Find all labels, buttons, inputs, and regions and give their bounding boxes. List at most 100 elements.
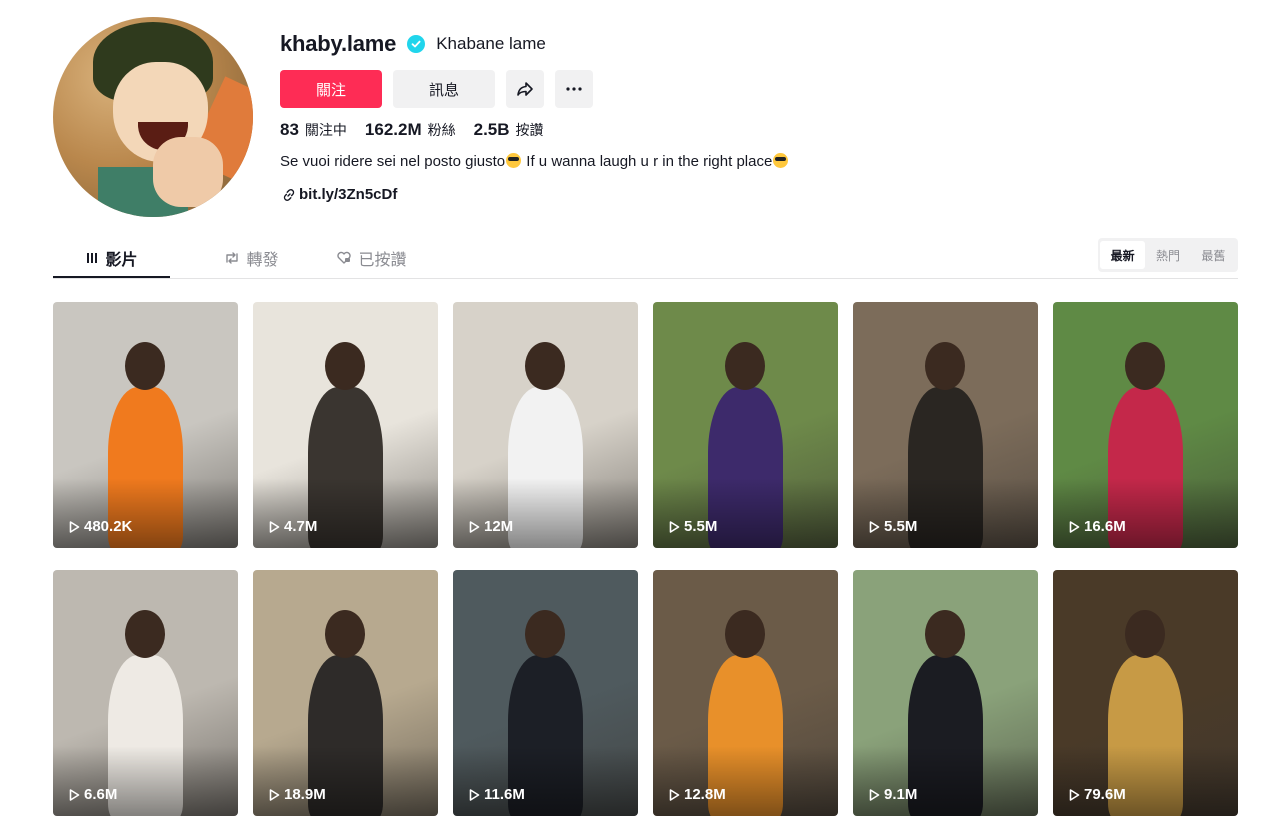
video-thumbnail-shade bbox=[653, 746, 838, 816]
video-view-count: 5.5M bbox=[669, 518, 717, 535]
video-view-count-text: 5.5M bbox=[884, 518, 918, 535]
video-thumbnail-head bbox=[525, 342, 565, 390]
video-thumbnail-head bbox=[725, 342, 765, 390]
play-icon bbox=[269, 520, 280, 533]
sunglasses-emoji-icon bbox=[773, 153, 789, 168]
video-thumbnail-shade bbox=[453, 746, 638, 816]
video-view-count-text: 12.8M bbox=[684, 786, 726, 803]
follow-button[interactable]: 關注 bbox=[280, 70, 382, 108]
sort-oldest[interactable]: 最舊 bbox=[1191, 241, 1236, 269]
avatar-hand bbox=[153, 137, 223, 207]
sort-popular[interactable]: 熱門 bbox=[1145, 241, 1190, 269]
sort-toggle: 最新 熱門 最舊 bbox=[1098, 238, 1238, 272]
video-thumbnail-head bbox=[325, 610, 365, 658]
video-thumbnail-head bbox=[125, 610, 165, 658]
video-card[interactable]: 6.6M bbox=[53, 570, 238, 816]
message-button[interactable]: 訊息 bbox=[393, 70, 495, 108]
play-icon bbox=[1069, 520, 1080, 533]
play-icon bbox=[669, 520, 680, 533]
video-view-count: 4.7M bbox=[269, 518, 317, 535]
video-thumbnail-head bbox=[925, 610, 965, 658]
video-thumbnail-head bbox=[125, 342, 165, 390]
tab-reposts[interactable]: 轉發 bbox=[193, 238, 310, 278]
profile-tabs: 影片 轉發 已按讚 最新 熱門 最舊 bbox=[53, 238, 1238, 279]
video-thumbnail-shade bbox=[653, 478, 838, 548]
video-view-count: 12M bbox=[469, 518, 513, 535]
video-thumbnail-head bbox=[725, 610, 765, 658]
followers-label: 粉絲 bbox=[427, 122, 456, 138]
video-thumbnail-shade bbox=[1053, 746, 1238, 816]
video-thumbnail-head bbox=[1125, 610, 1165, 658]
video-view-count: 5.5M bbox=[869, 518, 917, 535]
following-count[interactable]: 83 bbox=[280, 120, 299, 140]
video-view-count: 12.8M bbox=[669, 786, 726, 803]
profile-avatar[interactable] bbox=[53, 17, 253, 217]
username-row: khaby.lame Khabane lame bbox=[280, 31, 546, 57]
video-card[interactable]: 18.9M bbox=[253, 570, 438, 816]
profile-stats: 83 關注中 162.2M 粉絲 2.5B 按讚 bbox=[280, 120, 562, 140]
tab-liked[interactable]: 已按讚 bbox=[313, 238, 430, 278]
play-icon bbox=[469, 520, 480, 533]
repost-icon bbox=[226, 252, 239, 264]
play-icon bbox=[869, 520, 880, 533]
sunglasses-emoji-icon bbox=[506, 153, 522, 168]
video-card[interactable]: 5.5M bbox=[853, 302, 1038, 548]
video-card[interactable]: 480.2K bbox=[53, 302, 238, 548]
video-thumbnail-shade bbox=[253, 746, 438, 816]
sort-latest[interactable]: 最新 bbox=[1100, 241, 1146, 269]
video-view-count-text: 12M bbox=[484, 518, 514, 535]
active-tab-indicator bbox=[53, 276, 170, 278]
video-thumbnail-shade bbox=[453, 478, 638, 548]
video-view-count: 16.6M bbox=[1069, 518, 1126, 535]
bio-text-1: Se vuoi ridere sei nel posto giusto bbox=[280, 153, 506, 170]
video-thumbnail-shade bbox=[53, 746, 238, 816]
nickname: Khabane lame bbox=[436, 34, 546, 53]
video-card[interactable]: 12M bbox=[453, 302, 638, 548]
video-card[interactable]: 4.7M bbox=[253, 302, 438, 548]
verified-badge-icon bbox=[407, 35, 426, 53]
tab-videos[interactable]: 影片 bbox=[53, 238, 170, 278]
video-view-count-text: 16.6M bbox=[1084, 518, 1126, 535]
video-card[interactable]: 9.1M bbox=[853, 570, 1038, 816]
profile-actions: 關注 訊息 bbox=[280, 70, 604, 108]
video-view-count: 9.1M bbox=[869, 786, 917, 803]
grid-icon bbox=[87, 253, 98, 263]
tab-reposts-label: 轉發 bbox=[246, 252, 279, 269]
tab-videos-label: 影片 bbox=[105, 252, 138, 269]
video-card[interactable]: 11.6M bbox=[453, 570, 638, 816]
video-view-count: 480.2K bbox=[69, 518, 132, 535]
more-icon bbox=[566, 87, 582, 91]
video-card[interactable]: 5.5M bbox=[653, 302, 838, 548]
video-view-count-text: 4.7M bbox=[284, 518, 318, 535]
video-thumbnail-shade bbox=[253, 478, 438, 548]
link-icon bbox=[283, 188, 295, 201]
profile-link-text: bit.ly/3Zn5cDf bbox=[299, 186, 398, 203]
video-card[interactable]: 79.6M bbox=[1053, 570, 1238, 816]
video-view-count: 11.6M bbox=[469, 786, 525, 803]
video-view-count-text: 6.6M bbox=[84, 786, 118, 803]
likes-label: 按讚 bbox=[515, 122, 544, 138]
share-button[interactable] bbox=[506, 70, 544, 108]
username: khaby.lame bbox=[280, 31, 397, 56]
video-view-count: 79.6M bbox=[1069, 786, 1126, 803]
more-button[interactable] bbox=[555, 70, 593, 108]
video-thumbnail-head bbox=[1125, 342, 1165, 390]
bio-text-2: If u wanna laugh u r in the right place bbox=[522, 153, 773, 170]
video-thumbnail-head bbox=[925, 342, 965, 390]
profile-link[interactable]: bit.ly/3Zn5cDf bbox=[282, 186, 397, 203]
play-icon bbox=[69, 520, 80, 533]
video-view-count-text: 11.6M bbox=[484, 786, 525, 803]
video-card[interactable]: 16.6M bbox=[1053, 302, 1238, 548]
video-card[interactable]: 12.8M bbox=[653, 570, 838, 816]
video-view-count-text: 5.5M bbox=[684, 518, 718, 535]
play-icon bbox=[269, 788, 280, 801]
video-view-count: 6.6M bbox=[69, 786, 117, 803]
heart-lock-icon bbox=[337, 251, 352, 264]
play-icon bbox=[69, 788, 80, 801]
followers-count[interactable]: 162.2M bbox=[365, 120, 422, 140]
share-icon bbox=[517, 82, 533, 96]
video-thumbnail-shade bbox=[853, 746, 1038, 816]
tab-liked-label: 已按讚 bbox=[358, 252, 407, 269]
following-label: 關注中 bbox=[304, 122, 347, 138]
likes-count: 2.5B bbox=[473, 120, 510, 139]
